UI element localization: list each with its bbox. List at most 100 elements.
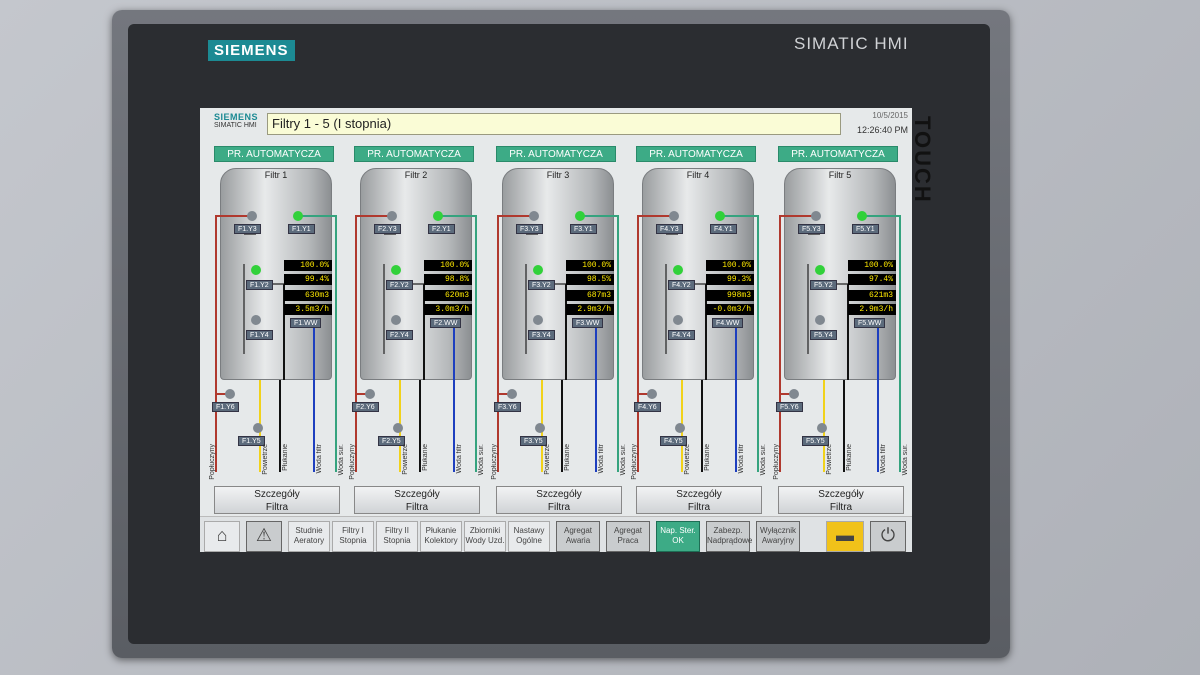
pipe-label: Woda filtr <box>316 444 323 474</box>
valve-y1 <box>715 211 725 221</box>
nav-studnie-button[interactable]: Studnie Aeratory <box>288 521 330 552</box>
folder-button[interactable]: ▬ <box>826 521 864 552</box>
screen-logo-sub: SIMATIC HMI <box>214 122 257 129</box>
power-button[interactable]: ⏻ <box>870 521 906 552</box>
value-readout: 99.3% <box>706 274 754 285</box>
valve-y2 <box>815 265 825 275</box>
details-label: Szczegóły <box>676 489 722 500</box>
details-button[interactable]: Szczegóły Filtra <box>636 486 762 514</box>
valve-tag[interactable]: F4.Y2 <box>668 280 695 290</box>
valve-tag[interactable]: F2.Y3 <box>374 224 401 234</box>
home-icon: ⌂ <box>216 525 228 545</box>
valve-tag[interactable]: F1.WW <box>290 318 322 328</box>
value-readout: 100.0% <box>284 260 332 271</box>
valve-tag[interactable]: F5.Y5 <box>802 436 829 446</box>
valve-y1 <box>433 211 443 221</box>
valve-tag[interactable]: F5.Y2 <box>810 280 837 290</box>
valve-tag[interactable]: F5.WW <box>854 318 886 328</box>
nav-label: Zabezp. <box>713 526 743 535</box>
valve-y5 <box>675 423 685 433</box>
valve-tag[interactable]: F5.Y6 <box>776 402 803 412</box>
details-button[interactable]: Szczegóły Filtra <box>214 486 340 514</box>
valve-tag[interactable]: F3.Y3 <box>516 224 543 234</box>
valve-tag[interactable]: F2.Y5 <box>378 436 405 446</box>
valve-tag[interactable]: F1.Y6 <box>212 402 239 412</box>
home-button[interactable]: ⌂ <box>204 521 240 552</box>
pipe-red <box>355 215 392 472</box>
screen-title: Filtry 1 - 5 (I stopnia) <box>267 113 841 135</box>
valve-tag[interactable]: F4.Y3 <box>656 224 683 234</box>
valve-y6 <box>365 389 375 399</box>
valve-tag[interactable]: F4.Y5 <box>660 436 687 446</box>
valve-y5 <box>253 423 263 433</box>
nav-nastawy-button[interactable]: Nastawy Ogólne <box>508 521 550 552</box>
valve-y4 <box>533 315 543 325</box>
valve-tag[interactable]: F5.Y4 <box>810 330 837 340</box>
pipe-label: Płukanie <box>846 444 853 471</box>
valve-y3 <box>669 211 679 221</box>
valve-tag[interactable]: F4.WW <box>712 318 744 328</box>
valve-tag[interactable]: F3.Y5 <box>520 436 547 446</box>
details-label: Filtra <box>829 502 853 513</box>
nav-label: Nastawy <box>513 526 545 535</box>
agregat-praca-indicator: Agregat Praca <box>606 521 650 552</box>
filter-panel: PR. AUTOMATYCZA Filtr 3 F3.Y3 F3.Y1 F3.Y2 F3.… <box>490 144 628 518</box>
nav-label: Praca <box>617 536 639 545</box>
valve-y4 <box>251 315 261 325</box>
value-readout: 630m3 <box>284 290 332 301</box>
valve-y3 <box>811 211 821 221</box>
value-readout: 100.0% <box>566 260 614 271</box>
nav-label: Stopnia <box>383 536 411 545</box>
valve-tag[interactable]: F3.Y2 <box>528 280 555 290</box>
nav-zbiorniki-button[interactable]: Zbiorniki Wody Uzd. <box>464 521 506 552</box>
details-button[interactable]: Szczegóły Filtra <box>354 486 480 514</box>
alarm-button[interactable]: ⚠ <box>246 521 282 552</box>
product-label: SIMATIC HMI <box>794 34 909 53</box>
pipe-green <box>438 215 477 472</box>
nav-label: Zbiorniki <box>469 526 501 535</box>
nav-plukanie-button[interactable]: Płukanie Kolektory <box>420 521 462 552</box>
value-readout: 621m3 <box>848 290 896 301</box>
valve-tag[interactable]: F5.Y3 <box>798 224 825 234</box>
valve-tag[interactable]: F4.Y6 <box>634 402 661 412</box>
details-button[interactable]: Szczegóły Filtra <box>778 486 904 514</box>
nav-label: Nadprądowe <box>707 536 753 545</box>
valve-tag[interactable]: F2.Y2 <box>386 280 413 290</box>
pipe-diagram <box>637 211 759 472</box>
details-button[interactable]: Szczegóły Filtra <box>496 486 622 514</box>
valve-tag[interactable]: F1.Y4 <box>246 330 273 340</box>
filter-panel: PR. AUTOMATYCZA Filtr 2 F2.Y3 F2.Y1 F2.Y2 F2.… <box>348 144 486 518</box>
valve-y5 <box>535 423 545 433</box>
wylacznik-indicator: Wyłącznik Awaryjny <box>756 521 800 552</box>
valve-y2 <box>391 265 401 275</box>
valve-tag[interactable]: F3.Y6 <box>494 402 521 412</box>
valve-tag[interactable]: F3.Y1 <box>570 224 597 234</box>
screen-logo-brand: SIEMENS <box>214 112 259 122</box>
nav-label: OK <box>672 536 684 545</box>
pipe-label: Powietrze <box>402 444 409 475</box>
valve-y2 <box>251 265 261 275</box>
valve-tag[interactable]: F1.Y1 <box>288 224 315 234</box>
valve-tag[interactable]: F1.Y2 <box>246 280 273 290</box>
valve-tag[interactable]: F2.Y6 <box>352 402 379 412</box>
pipe-diagram <box>497 211 619 472</box>
valve-tag[interactable]: F4.Y4 <box>668 330 695 340</box>
valve-tag[interactable]: F1.Y5 <box>238 436 265 446</box>
valve-tag[interactable]: F5.Y1 <box>852 224 879 234</box>
valve-tag[interactable]: F2.Y1 <box>428 224 455 234</box>
valve-tag[interactable]: F4.Y1 <box>710 224 737 234</box>
value-readout: 3.0m3/h <box>424 304 472 315</box>
nav-filtry1-button[interactable]: Filtry I Stopnia <box>332 521 374 552</box>
valve-tag[interactable]: F3.WW <box>572 318 604 328</box>
valve-tag[interactable]: F2.Y4 <box>386 330 413 340</box>
valve-y1 <box>857 211 867 221</box>
screen-logo: SIEMENS SIMATIC HMI <box>214 112 266 142</box>
pipe-label: Powietrze <box>544 444 551 475</box>
nav-label: Agregat <box>563 526 593 535</box>
nav-filtry2-button[interactable]: Filtry II Stopnia <box>376 521 418 552</box>
valve-tag[interactable]: F1.Y3 <box>234 224 261 234</box>
valve-tag[interactable]: F2.WW <box>430 318 462 328</box>
pipe-label: Płukanie <box>564 444 571 471</box>
value-readout: 97.4% <box>848 274 896 285</box>
valve-tag[interactable]: F3.Y4 <box>528 330 555 340</box>
